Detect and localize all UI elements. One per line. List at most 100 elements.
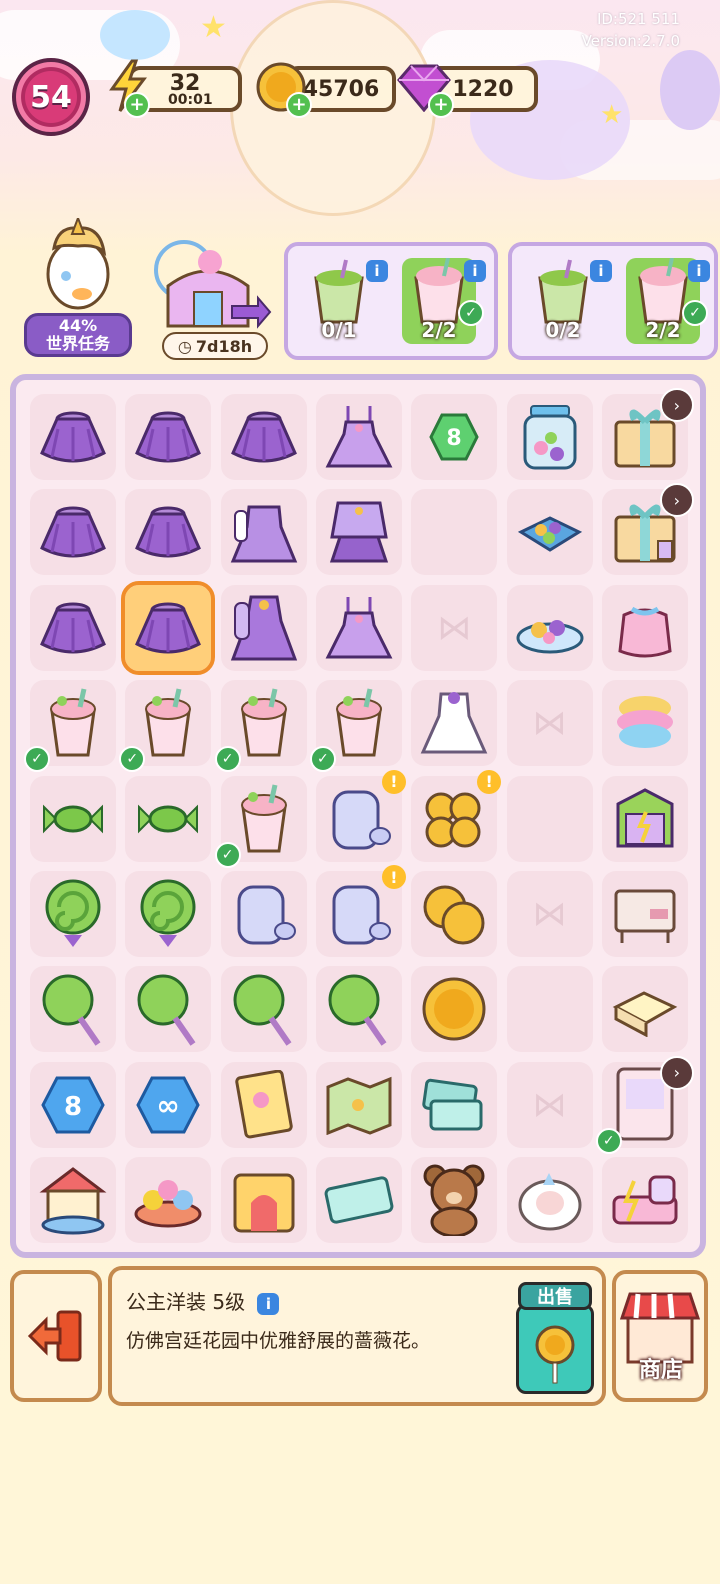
pink-drink-icon — [38, 688, 108, 758]
board-cell[interactable] — [601, 871, 688, 957]
candy-tray-icon — [515, 497, 585, 567]
add-gems-button[interactable]: + — [428, 92, 454, 118]
board-cell[interactable] — [506, 489, 593, 576]
info-icon[interactable]: i — [366, 260, 388, 282]
board-cell[interactable]: › — [601, 388, 694, 480]
board-cell[interactable] — [30, 775, 116, 862]
info-icon[interactable]: i — [590, 260, 612, 282]
board-cell[interactable] — [125, 775, 212, 862]
board-cell[interactable] — [315, 489, 402, 576]
board-cell[interactable] — [601, 1157, 688, 1244]
green-lollipop-icon — [38, 879, 108, 949]
board-cell[interactable]: 8 — [30, 1061, 116, 1148]
board-cell[interactable] — [411, 1061, 498, 1148]
board-cell[interactable] — [220, 966, 307, 1053]
board-cell[interactable] — [220, 489, 307, 576]
board-cell[interactable] — [411, 966, 498, 1053]
board-cell[interactable]: ⋈ — [506, 680, 593, 767]
board-cell[interactable] — [601, 966, 688, 1053]
add-coins-button[interactable]: + — [286, 92, 312, 118]
blue-hexagon-8-icon: 8 — [38, 1070, 108, 1140]
board-cell[interactable]: ! — [315, 865, 406, 957]
order-card-2[interactable]: 0/2 i 2/2 i ✓ — [508, 242, 718, 360]
board-cell[interactable]: ⋈ — [506, 1061, 593, 1148]
board-cell[interactable] — [506, 394, 593, 480]
blue-hexagon-infinity-icon: ∞ — [133, 1070, 203, 1140]
purple-skirt-icon — [133, 402, 203, 472]
board-cell[interactable]: ✓ — [214, 775, 307, 868]
board-cell[interactable] — [315, 1061, 402, 1148]
board-cell[interactable] — [220, 1061, 307, 1148]
shop-label: 商店 — [638, 1358, 683, 1383]
shop-button[interactable]: 商店 — [612, 1270, 708, 1402]
exit-button[interactable] — [10, 1270, 102, 1402]
candy-bag-icon — [610, 593, 680, 663]
board-cell[interactable]: ⋈ — [411, 584, 498, 671]
info-icon[interactable]: i — [464, 260, 486, 282]
amusement-park-icon — [148, 236, 272, 336]
board-cell[interactable]: ⋈ — [506, 871, 593, 957]
item-name: 公主洋装 5级 — [126, 1290, 246, 1314]
board-cell[interactable]: ✓ — [24, 680, 116, 773]
board-cell[interactable] — [125, 966, 212, 1053]
board-cell[interactable]: › ✓ — [595, 1055, 694, 1154]
purple-skirt-icon — [133, 497, 203, 567]
check-icon: ✓ — [214, 746, 241, 773]
board-cell[interactable] — [506, 775, 593, 862]
board-cell[interactable] — [411, 871, 498, 957]
board-cell[interactable] — [30, 489, 116, 576]
board-cell[interactable]: ! — [411, 769, 502, 862]
board-cell[interactable] — [30, 584, 116, 671]
candy-plate-icon — [515, 593, 585, 663]
board-cell[interactable] — [601, 584, 688, 671]
board-cell[interactable] — [30, 1157, 116, 1244]
purple-skirt-icon — [38, 497, 108, 567]
board-cell[interactable]: ✓ — [309, 680, 402, 773]
green-round-lollipop-icon — [133, 974, 203, 1047]
ticket-icon — [324, 1165, 394, 1235]
board-cell[interactable] — [315, 966, 402, 1053]
board-cell[interactable] — [220, 394, 307, 480]
timer-icon: › — [659, 483, 694, 518]
info-icon[interactable]: i — [688, 260, 710, 282]
board-cell[interactable] — [506, 1157, 593, 1244]
board-cell[interactable] — [125, 394, 212, 480]
board-cell[interactable] — [30, 394, 116, 480]
board-cell[interactable] — [601, 775, 688, 862]
board-cell[interactable]: ✓ — [119, 680, 212, 773]
world-task-button[interactable]: 44% 世界任务 — [20, 215, 132, 360]
board-cell[interactable] — [220, 1157, 307, 1244]
board-cell[interactable] — [30, 966, 116, 1053]
board-cell[interactable] — [30, 871, 116, 957]
board-cell[interactable] — [315, 584, 402, 671]
event-button[interactable]: ◷ 7d18h — [148, 236, 272, 360]
board-cell[interactable] — [506, 966, 593, 1053]
glass-jar-icon — [324, 879, 394, 949]
glass-jar-icon — [229, 879, 299, 949]
alert-icon: ! — [381, 769, 406, 794]
board-cell[interactable] — [411, 1157, 498, 1244]
board-cell[interactable] — [411, 680, 498, 767]
board-cell[interactable] — [125, 1157, 212, 1244]
board-cell[interactable] — [125, 489, 212, 576]
board-cell[interactable] — [125, 871, 212, 957]
board-cell[interactable] — [121, 580, 216, 675]
board-cell[interactable] — [601, 680, 688, 767]
board-cell[interactable] — [411, 489, 498, 576]
board-cell[interactable] — [506, 584, 593, 671]
board-cell[interactable]: ! — [315, 769, 406, 862]
board-cell[interactable] — [315, 1157, 402, 1244]
add-energy-button[interactable]: + — [124, 92, 150, 118]
board-cell[interactable] — [315, 394, 402, 480]
board-cell[interactable]: ✓ — [214, 680, 307, 773]
order-card-1[interactable]: 0/1 i 2/2 i ✓ — [284, 242, 498, 360]
sell-button[interactable]: 出售 — [514, 1282, 596, 1394]
board-cell[interactable]: › — [601, 483, 694, 576]
board-cell[interactable]: 8 — [411, 394, 498, 480]
level-badge[interactable]: 54 — [12, 58, 90, 136]
info-icon[interactable]: i — [257, 1292, 280, 1315]
board-cell[interactable] — [220, 584, 307, 671]
board-cell[interactable]: ∞ — [125, 1061, 212, 1148]
board-cell[interactable] — [220, 871, 307, 957]
green-round-lollipop-icon — [229, 974, 299, 1047]
